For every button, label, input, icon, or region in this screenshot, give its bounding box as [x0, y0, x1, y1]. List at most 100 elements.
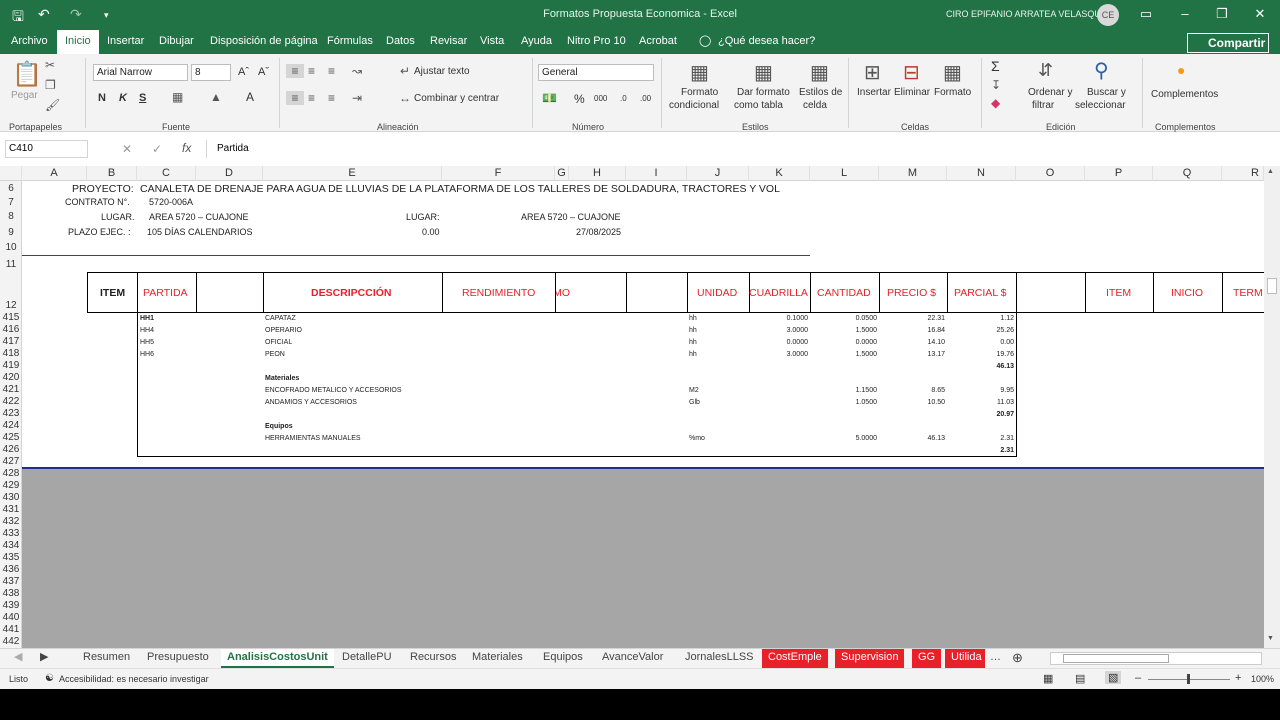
row-header[interactable]: 425 — [0, 432, 22, 443]
customize-qat-icon[interactable]: ▾ — [104, 10, 109, 21]
close-icon[interactable]: ✕ — [1250, 6, 1270, 22]
tab-formulas[interactable]: Fórmulas — [325, 30, 375, 54]
row-header[interactable]: 8 — [0, 211, 22, 222]
row-header[interactable]: 433 — [0, 528, 22, 539]
column-header[interactable]: Q — [1153, 166, 1222, 181]
horizontal-scrollbar[interactable] — [1050, 652, 1262, 665]
tab-vista[interactable]: Vista — [478, 30, 506, 54]
column-header[interactable]: N — [947, 166, 1016, 181]
column-header[interactable]: L — [810, 166, 879, 181]
cell-styles-label2[interactable]: celda — [803, 100, 827, 111]
align-center-icon[interactable]: ≡ — [308, 91, 315, 105]
restore-icon[interactable]: ❐ — [1212, 6, 1232, 22]
find-select-label2[interactable]: seleccionar — [1075, 100, 1126, 111]
share-button[interactable]: Compartir — [1187, 33, 1269, 53]
row-header[interactable]: 416 — [0, 324, 22, 335]
row-header[interactable]: 434 — [0, 540, 22, 551]
column-header[interactable]: J — [687, 166, 749, 181]
row-header[interactable]: 442 — [0, 636, 22, 647]
row-header[interactable]: 427 — [0, 456, 22, 467]
tab-insertar[interactable]: Insertar — [105, 30, 146, 54]
increase-decimal-icon[interactable]: .0 — [620, 94, 627, 103]
row-header[interactable]: 439 — [0, 600, 22, 611]
format-table-icon[interactable]: ▦ — [754, 60, 773, 85]
row-header[interactable]: 423 — [0, 408, 22, 419]
column-header[interactable]: O — [1016, 166, 1085, 181]
decrease-font-icon[interactable]: Aˇ — [258, 66, 269, 78]
user-name[interactable]: CIRO EPIFANIO ARRATEA VELASQUEZ — [946, 9, 1112, 19]
decrease-decimal-icon[interactable]: .00 — [640, 94, 651, 103]
fill-color-icon[interactable]: ▲ — [210, 90, 222, 104]
row-header[interactable]: 421 — [0, 384, 22, 395]
orientation-icon[interactable]: ↝ — [352, 64, 362, 78]
underline-button[interactable]: S — [139, 92, 146, 104]
autosum-icon[interactable]: Σ — [991, 58, 1000, 74]
ribbon-display-icon[interactable]: ▭ — [1136, 6, 1156, 22]
sort-filter-label1[interactable]: Ordenar y — [1028, 87, 1072, 98]
row-header[interactable]: 418 — [0, 348, 22, 359]
sheet-tab[interactable]: Resumen — [77, 649, 136, 668]
lightbulb-icon[interactable]: ◯ — [697, 30, 713, 54]
tab-archivo[interactable]: Archivo — [9, 30, 50, 54]
format-cells-icon[interactable]: ▦ — [943, 60, 962, 85]
row-header[interactable]: 441 — [0, 624, 22, 635]
cell-styles-icon[interactable]: ▦ — [810, 60, 829, 85]
italic-button[interactable]: K — [119, 92, 127, 104]
column-header[interactable]: P — [1085, 166, 1153, 181]
column-header[interactable]: I — [626, 166, 687, 181]
row-header[interactable]: 435 — [0, 552, 22, 563]
addins-button[interactable]: Complementos — [1151, 89, 1218, 100]
select-all-corner[interactable] — [0, 166, 22, 181]
row-header[interactable]: 12 — [0, 300, 22, 311]
indent-icon[interactable]: ⇥ — [352, 91, 362, 105]
zoom-in-icon[interactable]: + — [1235, 672, 1241, 684]
delete-cells-button[interactable]: Eliminar — [894, 87, 930, 98]
insert-cells-button[interactable]: Insertar — [857, 87, 891, 98]
format-table-label2[interactable]: como tabla — [734, 100, 783, 111]
prev-sheet-icon[interactable]: ◀ — [8, 649, 28, 668]
font-color-icon[interactable]: A — [246, 90, 254, 104]
name-box[interactable]: C410 — [5, 140, 88, 158]
clear-icon[interactable]: ◆ — [991, 96, 1000, 110]
redo-icon[interactable]: ↷ — [70, 6, 82, 23]
scroll-up-icon[interactable]: ▲ — [1267, 168, 1274, 175]
formula-input[interactable]: Partida — [206, 140, 1274, 158]
row-header[interactable]: 428 — [0, 468, 22, 479]
borders-icon[interactable]: ▦ — [172, 90, 183, 104]
tab-ayuda[interactable]: Ayuda — [519, 30, 554, 54]
percent-icon[interactable]: % — [574, 92, 585, 106]
wrap-text-button[interactable]: Ajustar texto — [414, 66, 470, 77]
row-header[interactable]: 11 — [0, 259, 22, 270]
sheet-tab[interactable]: Recursos — [404, 649, 462, 668]
normal-view-icon[interactable]: ▦ — [1043, 672, 1053, 685]
tab-datos[interactable]: Datos — [384, 30, 417, 54]
sort-filter-label2[interactable]: filtrar — [1032, 100, 1054, 111]
merge-icon[interactable]: ↔ — [399, 91, 411, 105]
sort-filter-icon[interactable]: ⇵ — [1038, 60, 1053, 81]
merge-center-button[interactable]: Combinar y centrar — [414, 93, 499, 104]
sheet-tab[interactable]: DetallePU — [336, 649, 398, 668]
row-header[interactable]: 417 — [0, 336, 22, 347]
tab-acrobat[interactable]: Acrobat — [637, 30, 679, 54]
cut-icon[interactable]: ✂ — [45, 58, 55, 72]
column-header[interactable]: K — [749, 166, 810, 181]
format-table-label1[interactable]: Dar formato — [737, 87, 790, 98]
tab-dibujar[interactable]: Dibujar — [157, 30, 196, 54]
sheet-tab[interactable]: Presupuesto — [141, 649, 215, 668]
column-header[interactable]: D — [196, 166, 263, 181]
addins-icon[interactable]: ● — [1177, 62, 1185, 78]
sheet-tab[interactable]: Materiales — [466, 649, 529, 668]
row-header[interactable]: 432 — [0, 516, 22, 527]
tell-me-search[interactable]: ¿Qué desea hacer? — [716, 30, 817, 54]
sheet-tab[interactable]: Supervision — [835, 649, 905, 668]
more-tabs-icon[interactable]: … — [984, 649, 1007, 668]
column-header[interactable]: C — [137, 166, 196, 181]
thousands-icon[interactable]: 000 — [594, 94, 607, 103]
avatar[interactable]: CE — [1097, 4, 1119, 26]
align-middle-icon[interactable]: ≡ — [308, 64, 315, 78]
cond-format-label2[interactable]: condicional — [669, 100, 719, 111]
tab-disposicion[interactable]: Disposición de página — [208, 30, 320, 54]
column-header[interactable]: M — [879, 166, 947, 181]
enter-icon[interactable]: ✓ — [152, 142, 162, 156]
font-name-select[interactable]: Arial Narrow — [93, 64, 188, 81]
